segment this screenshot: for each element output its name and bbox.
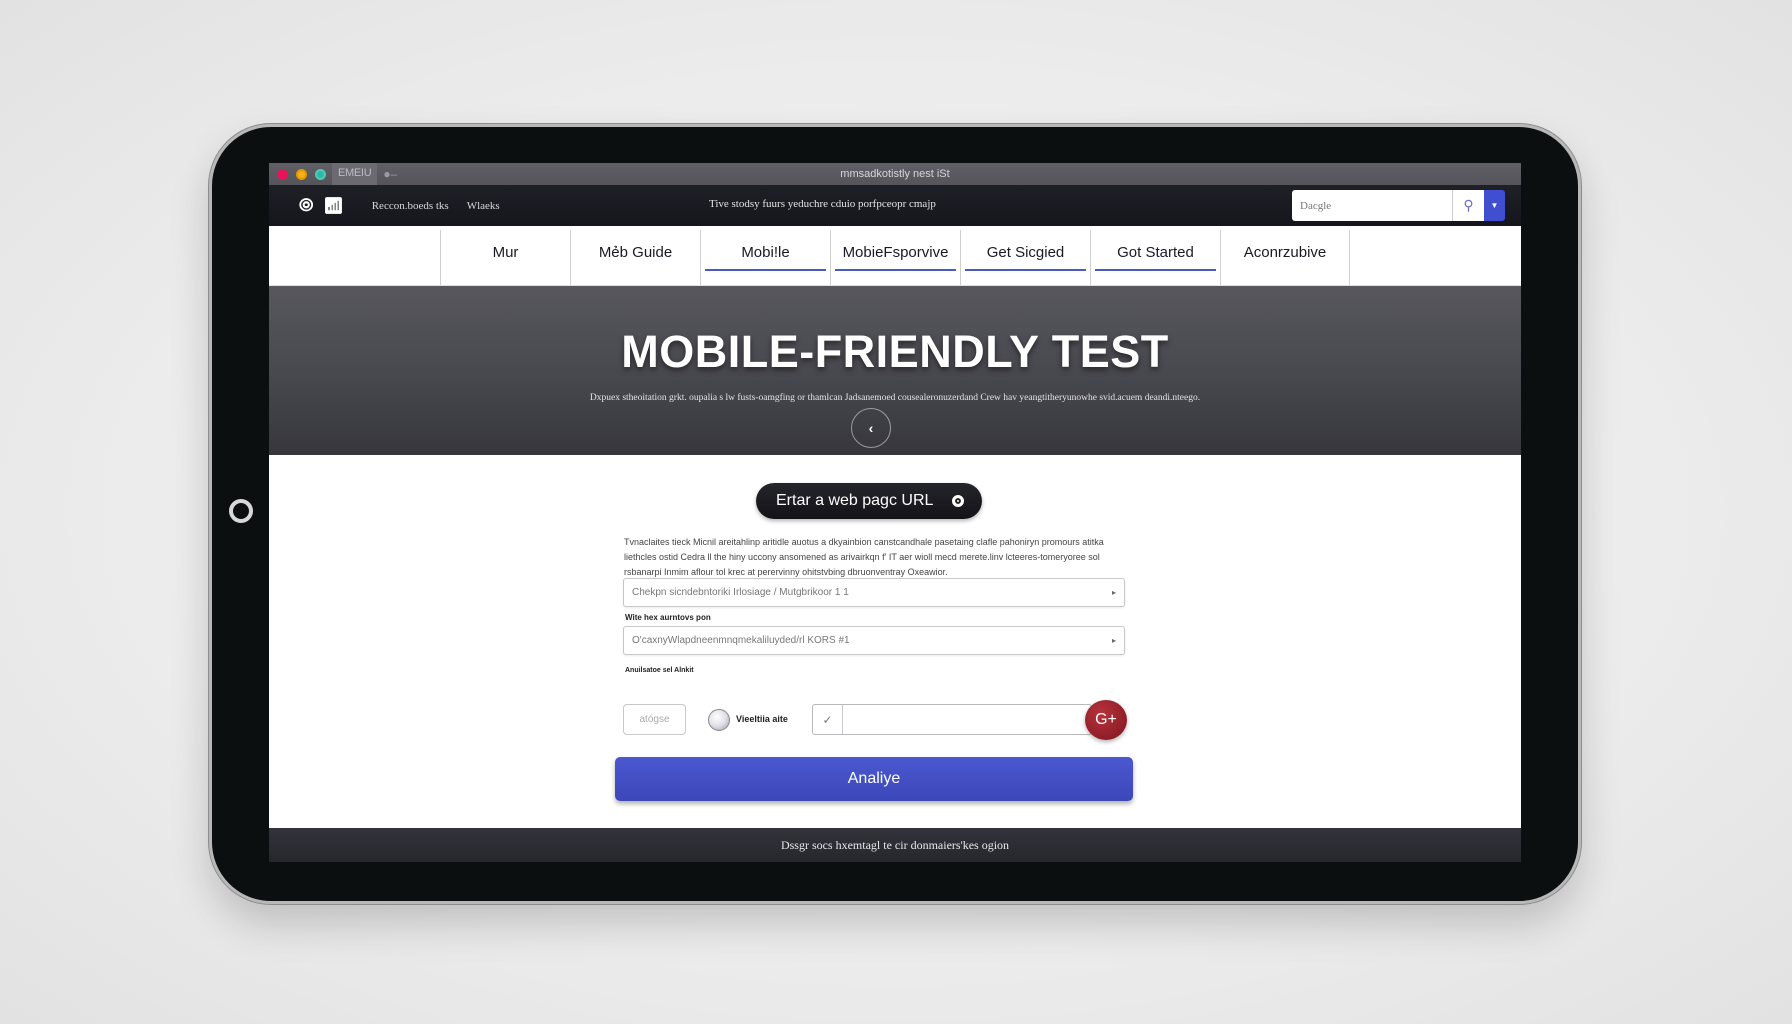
pill-label: Ertar a web pagc URL xyxy=(776,492,934,509)
window-titlebar: EMEIU ●– mmsadkotistly nest iSt xyxy=(269,163,1521,185)
tab-label: Got Started xyxy=(1117,244,1194,261)
main-content: Ertar a web pagc URL Tvnaclaites tieck M… xyxy=(269,455,1521,827)
tab-label: Aconrzubive xyxy=(1243,244,1327,261)
hero-subtitle: Dxpuex stheoitation grkt. oupalia s lw f… xyxy=(589,393,1201,403)
close-window-button[interactable] xyxy=(277,168,288,180)
tab-get-signed[interactable]: Get Sicgied xyxy=(960,230,1090,285)
titlebar-menu[interactable]: EMEIU xyxy=(332,163,378,185)
tab-mobile[interactable]: Mobi!le xyxy=(700,230,830,285)
caret-right-icon[interactable]: ▸ xyxy=(1112,588,1116,597)
secondary-field-label: Wite hex aurntovs pon xyxy=(625,613,711,622)
page-title: MOBILE-FRIENDLY TEST xyxy=(621,326,1169,377)
secondary-input[interactable]: O'caxnyWlapdneenmnqmekaliluyded/rl KORS … xyxy=(623,626,1125,655)
wifi-icon: 📶︎ xyxy=(323,197,344,215)
url-input[interactable]: Chekpn sicndebntoriki Irlosiage / Mutgbr… xyxy=(623,578,1125,607)
logo-icon[interactable]: ⦾ xyxy=(299,195,313,216)
footer-text: Dssgr socs hxemtagl te cir donmaiers'kes… xyxy=(780,837,1010,852)
caret-right-icon[interactable]: ▸ xyxy=(1112,636,1116,645)
option-radio[interactable] xyxy=(708,709,730,731)
window-title: mmsadkotistly nest iSt xyxy=(840,168,950,180)
enter-url-pill[interactable]: Ertar a web pagc URL xyxy=(756,483,982,519)
tab-bar: Mur Mẻb Guide Mobi!le MobieFsporvive Get… xyxy=(269,226,1521,286)
description-text: Tvnaclaites tieck Micnil areitahlinp ari… xyxy=(624,537,1104,577)
top-navigation-bar: ⦾ 📶︎ Reccon.boeds tks Wlaeks Tive stodsy… xyxy=(269,185,1521,226)
search-icon[interactable]: ⚲ xyxy=(1452,190,1484,221)
checkmark-icon[interactable]: ✓ xyxy=(813,705,843,734)
maximize-window-button[interactable] xyxy=(315,168,326,180)
radio-label: Vieeltiia aite xyxy=(736,714,788,724)
tab-label: Get Sicgied xyxy=(986,244,1065,261)
tab-mur[interactable]: Mur xyxy=(440,230,570,285)
small-option-input[interactable]: atógse xyxy=(623,704,686,735)
radio-dot-icon xyxy=(952,495,964,507)
search-input[interactable] xyxy=(1292,190,1452,221)
go-button[interactable]: G+ xyxy=(1085,700,1127,740)
home-button[interactable] xyxy=(229,499,253,523)
footer: Dssgr socs hxemtagl te cir donmaiers'kes… xyxy=(269,828,1521,862)
tab-get-started[interactable]: Got Started xyxy=(1090,230,1220,285)
tab-web-guide[interactable]: Mẻb Guide xyxy=(570,230,700,285)
tab-mobile-responsive[interactable]: MobieFsporvive xyxy=(830,230,960,285)
url-input-value: Chekpn sicndebntoriki Irlosiage / Mutgbr… xyxy=(632,587,849,598)
chevron-left-icon[interactable]: ‹ xyxy=(851,408,891,448)
hero-banner: MOBILE-FRIENDLY TEST Dxpuex stheoitation… xyxy=(269,286,1521,455)
chevron-down-icon[interactable]: ▼ xyxy=(1484,190,1505,221)
nav-link-weeks[interactable]: Wlaeks xyxy=(467,200,500,212)
nav-tagline: Tive stodsy fuurs yeduchre cduio porfpce… xyxy=(709,198,936,210)
options-label: Anuilsatoe sel Alnkit xyxy=(625,667,694,674)
pin-icon[interactable]: ●– xyxy=(383,167,397,181)
tab-label: MobieFsporvive xyxy=(842,244,949,261)
analyze-button[interactable]: Analiye xyxy=(615,757,1133,801)
browser-screen: EMEIU ●– mmsadkotistly nest iSt ⦾ 📶︎ Rec… xyxy=(269,163,1521,862)
tab-comprehensive[interactable]: Aconrzubive xyxy=(1220,230,1350,285)
nav-link-feedbacks[interactable]: Reccon.boeds tks xyxy=(372,200,449,212)
tab-label: Mobi!le xyxy=(741,244,790,261)
secondary-input-value: O'caxnyWlapdneenmnqmekaliluyded/rl KORS … xyxy=(632,635,850,646)
tab-label: Mur xyxy=(492,244,519,261)
search-box: ⚲ ▼ xyxy=(1292,190,1505,221)
combo-input[interactable]: ✓ xyxy=(812,704,1092,735)
minimize-window-button[interactable] xyxy=(296,168,307,180)
tab-label: Mẻb Guide xyxy=(598,244,673,261)
